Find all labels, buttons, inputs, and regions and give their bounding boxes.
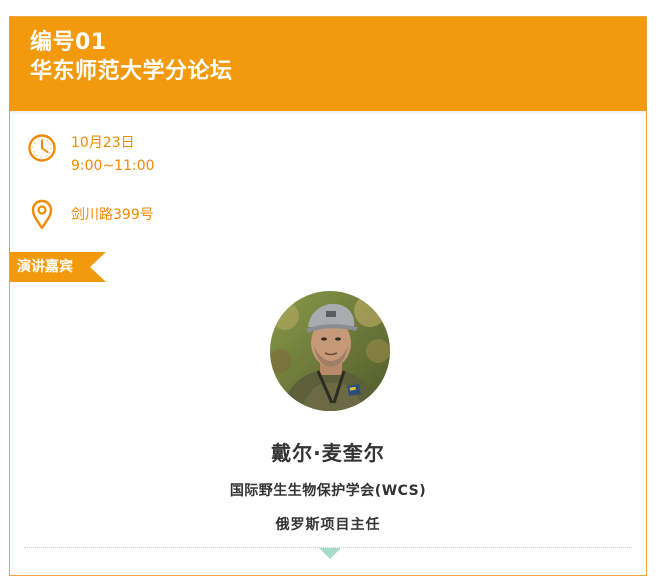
schedule-row: 10月23日 9:00~11:00 [27, 132, 155, 178]
schedule-text: 10月23日 9:00~11:00 [71, 132, 155, 178]
location-row: 剑川路399号 [27, 198, 154, 230]
card-header: 编号01 华东师范大学分论坛 [10, 17, 646, 111]
chevron-down-icon[interactable] [319, 545, 341, 564]
forum-code: 编号01 [30, 30, 107, 55]
forum-card: 编号01 华东师范大学分论坛 10月23日 9:00~11:00 剑川路399号 [9, 16, 647, 576]
speaker-position: 俄罗斯项目主任 [275, 517, 381, 533]
event-time: 9:00~11:00 [71, 158, 155, 174]
speaker-name: 戴尔·麦奎尔 [271, 441, 385, 465]
location-pin-icon [27, 198, 57, 230]
section-ribbon: 演讲嘉宾 [10, 252, 106, 282]
section-label: 演讲嘉宾 [17, 259, 73, 275]
speaker-organization: 国际野生生物保护学会(WCS) [229, 483, 427, 499]
speaker-avatar [270, 291, 390, 411]
clock-icon [27, 132, 57, 164]
address-text: 剑川路399号 [71, 207, 154, 223]
event-date: 10月23日 [71, 135, 135, 151]
forum-title: 华东师范大学分论坛 [30, 59, 233, 84]
